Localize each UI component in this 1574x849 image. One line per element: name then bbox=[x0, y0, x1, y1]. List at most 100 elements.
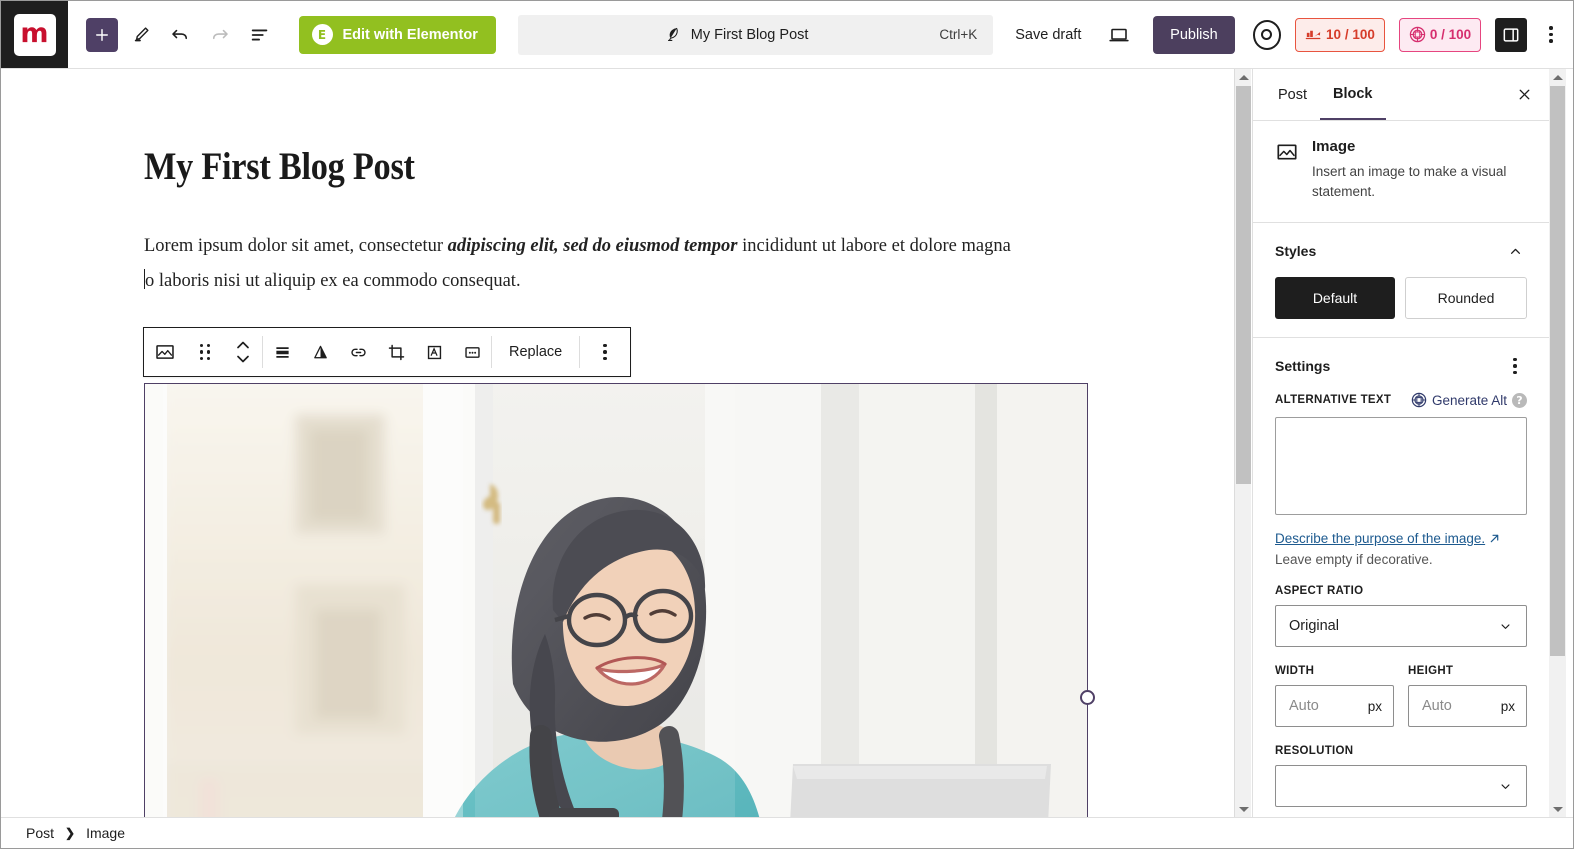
tab-block[interactable]: Block bbox=[1320, 69, 1386, 120]
paragraph-text-emphasis: adipiscing elit, sed do eiusmod tempor bbox=[447, 236, 738, 256]
height-field: HEIGHT Auto px bbox=[1408, 665, 1527, 727]
chevron-up-icon bbox=[1510, 248, 1520, 254]
height-input[interactable]: Auto px bbox=[1408, 685, 1527, 727]
alternative-text-input[interactable] bbox=[1275, 417, 1527, 515]
aspect-ratio-select[interactable]: Original bbox=[1275, 605, 1527, 647]
styles-section-header[interactable]: Styles bbox=[1275, 239, 1527, 263]
settings-section: Settings ALTERNATIVE TEXT Generate Alt ? bbox=[1253, 338, 1549, 818]
command-palette-shortcut: Ctrl+K bbox=[939, 27, 978, 42]
style-options: Default Rounded bbox=[1275, 277, 1527, 319]
close-icon bbox=[1519, 89, 1529, 100]
chevron-down-icon bbox=[1501, 783, 1510, 789]
ai-target-icon bbox=[1409, 26, 1426, 43]
site-logo-button[interactable]: m bbox=[1, 1, 68, 68]
width-height-row: WIDTH Auto px HEIGHT Auto px bbox=[1275, 665, 1527, 727]
image-resize-handle[interactable] bbox=[1080, 690, 1095, 705]
aspect-ratio-field: ASPECT RATIO Original bbox=[1275, 585, 1527, 647]
canvas-scroll-down-button[interactable] bbox=[1235, 801, 1252, 818]
seo-score-value: 10 / 100 bbox=[1326, 27, 1375, 42]
link-button[interactable] bbox=[339, 328, 377, 376]
tab-post[interactable]: Post bbox=[1265, 69, 1320, 120]
tools-pencil-button[interactable] bbox=[124, 17, 158, 53]
post-title[interactable]: My First Blog Post bbox=[144, 144, 415, 189]
publish-button[interactable]: Publish bbox=[1153, 15, 1235, 54]
help-question-icon[interactable]: ? bbox=[1512, 392, 1527, 408]
undo-icon bbox=[172, 29, 188, 39]
editor-top-bar: m E Edit with Elementor My First Blog Po… bbox=[1, 1, 1573, 69]
duotone-filter-button[interactable] bbox=[301, 328, 339, 376]
canvas-scrollbar-thumb[interactable] bbox=[1236, 86, 1251, 484]
command-palette-button[interactable]: My First Blog Post Ctrl+K bbox=[517, 14, 994, 55]
add-text-over-image-icon bbox=[427, 345, 441, 359]
jetpack-button[interactable] bbox=[1252, 19, 1282, 50]
image-block[interactable] bbox=[144, 383, 1088, 818]
triangle-down-icon bbox=[1238, 807, 1249, 812]
block-move-updown-button[interactable] bbox=[224, 328, 262, 376]
sidebar-scrollbar[interactable] bbox=[1549, 69, 1566, 818]
height-label: HEIGHT bbox=[1408, 665, 1454, 677]
editor-options-button[interactable] bbox=[1537, 18, 1565, 52]
redo-icon bbox=[212, 29, 228, 39]
replace-image-button[interactable]: Replace bbox=[492, 328, 579, 376]
width-input[interactable]: Auto px bbox=[1275, 685, 1394, 727]
settings-options-button[interactable] bbox=[1503, 354, 1527, 378]
settings-section-header: Settings bbox=[1275, 354, 1527, 378]
undo-button[interactable] bbox=[163, 17, 197, 53]
save-draft-button[interactable]: Save draft bbox=[1015, 27, 1081, 43]
editor-window: m E Edit with Elementor My First Blog Po… bbox=[0, 0, 1574, 849]
post-paragraph-block[interactable]: Lorem ipsum dolor sit amet, consectetur … bbox=[144, 229, 1042, 299]
describe-purpose-link[interactable]: Describe the purpose of the image. bbox=[1275, 531, 1500, 546]
describe-purpose-label: Describe the purpose of the image. bbox=[1275, 531, 1486, 546]
settings-sidebar-toggle-button[interactable] bbox=[1495, 17, 1527, 52]
align-text-icon bbox=[275, 346, 289, 358]
add-text-over-image-button[interactable] bbox=[415, 328, 453, 376]
close-sidebar-button[interactable] bbox=[1507, 78, 1541, 112]
seo-score-badge[interactable]: 10 / 100 bbox=[1295, 17, 1385, 52]
sidebar-scroll-down-button[interactable] bbox=[1549, 801, 1566, 818]
style-option-rounded[interactable]: Rounded bbox=[1405, 277, 1527, 319]
block-drag-handle[interactable] bbox=[186, 328, 224, 376]
canvas-scrollbar[interactable] bbox=[1234, 69, 1251, 818]
block-type-switcher-button[interactable] bbox=[144, 328, 186, 376]
ai-target-icon bbox=[1411, 392, 1427, 408]
document-list-view-button[interactable] bbox=[243, 17, 277, 53]
redo-button[interactable] bbox=[203, 17, 237, 53]
more-image-options-button[interactable] bbox=[453, 328, 491, 376]
crop-icon bbox=[388, 344, 404, 360]
edit-with-elementor-button[interactable]: E Edit with Elementor bbox=[298, 15, 496, 54]
circle-target-icon bbox=[1261, 29, 1273, 40]
kebab-menu-icon bbox=[603, 343, 607, 361]
sidebar-scrollbar-thumb[interactable] bbox=[1550, 86, 1565, 656]
move-up-down-icon bbox=[237, 341, 249, 363]
settings-panel-icon bbox=[1503, 27, 1519, 42]
feather-icon bbox=[667, 27, 678, 42]
plus-icon bbox=[95, 28, 108, 41]
align-button[interactable] bbox=[263, 328, 301, 376]
preview-button[interactable] bbox=[1103, 18, 1135, 52]
generate-alt-button[interactable]: Generate Alt ? bbox=[1411, 392, 1527, 408]
style-option-default[interactable]: Default bbox=[1275, 277, 1395, 319]
breadcrumb-item-image[interactable]: Image bbox=[86, 825, 125, 841]
image-icon bbox=[156, 345, 174, 359]
image-block-photo bbox=[145, 384, 1087, 818]
paragraph-text-line2: o laboris nisi ut aliquip ex ea commodo … bbox=[145, 271, 521, 291]
settings-sidebar: Post Block Image Insert an image to make… bbox=[1252, 69, 1549, 818]
block-info-title: Image bbox=[1312, 138, 1356, 155]
generate-alt-label: Generate Alt bbox=[1431, 392, 1507, 408]
width-placeholder: Auto bbox=[1289, 698, 1319, 714]
styles-section: Styles Default Rounded bbox=[1253, 223, 1549, 338]
resolution-label: RESOLUTION bbox=[1275, 745, 1354, 757]
styles-collapse-button[interactable] bbox=[1503, 239, 1527, 263]
block-inserter-button[interactable] bbox=[86, 17, 118, 52]
canvas-scroll-up-button[interactable] bbox=[1235, 69, 1252, 86]
readability-score-badge[interactable]: 0 / 100 bbox=[1398, 17, 1482, 52]
alternative-text-label: ALTERNATIVE TEXT bbox=[1275, 394, 1392, 406]
resolution-select[interactable] bbox=[1275, 765, 1527, 807]
block-options-button[interactable] bbox=[580, 328, 630, 376]
sidebar-scroll-up-button[interactable] bbox=[1549, 69, 1566, 86]
paragraph-text-end: incididunt ut labore et dolore magna bbox=[737, 236, 1011, 256]
crop-button[interactable] bbox=[377, 328, 415, 376]
triangle-up-icon bbox=[1552, 75, 1563, 80]
editor-canvas[interactable]: My First Blog Post Lorem ipsum dolor sit… bbox=[1, 69, 1234, 818]
breadcrumb-item-post[interactable]: Post bbox=[26, 825, 54, 841]
